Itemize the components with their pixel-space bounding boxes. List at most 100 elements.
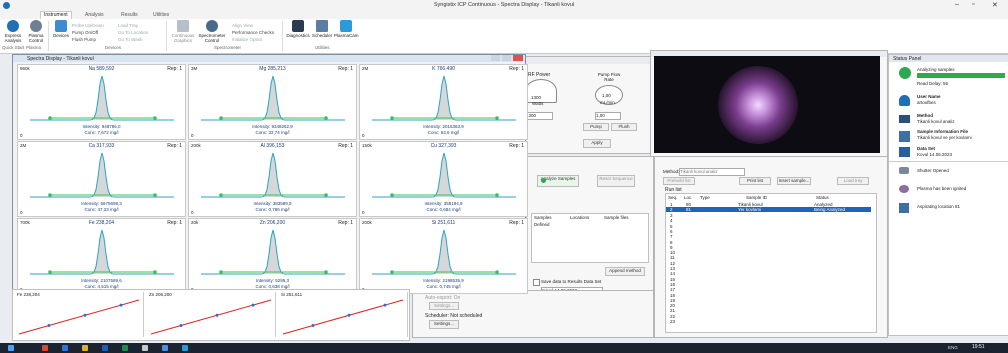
go-to-wash-button[interactable]: Go To Wash (118, 37, 143, 42)
background-point[interactable] (48, 270, 52, 274)
minimize-icon[interactable]: – (955, 1, 959, 8)
maximize-icon[interactable]: ▫ (972, 1, 974, 8)
spectrometer-control-button[interactable]: Spectrometer Control (198, 20, 226, 43)
spectrum-cell[interactable]: Mg 285,213 3M Rep: 1 0 Intensity: 9348262,9 C… (188, 64, 357, 140)
table-row[interactable]: 5 (670, 224, 673, 229)
app-icon[interactable] (42, 345, 48, 351)
table-row[interactable]: 13 (670, 266, 675, 271)
align-view-button[interactable]: Align View (232, 23, 253, 28)
spectrum-cell[interactable]: Al 396,153 200k Rep: 1 0 Intensity: 383589,5… (188, 141, 357, 217)
table-row[interactable]: 17 (670, 287, 675, 292)
background-point[interactable] (495, 116, 499, 120)
method-field[interactable]: Tikanli kovul analiz (679, 168, 745, 176)
analyze-samples-button[interactable]: Analyze Samples (537, 175, 579, 187)
spectrum-cell[interactable]: Zn 206,20020kRep: 10Intensity: 5295,3Con… (188, 218, 357, 294)
calibration-curve[interactable]: Zn 206,200 (147, 292, 276, 337)
diagnostics-button[interactable]: Diagnostics (286, 20, 310, 38)
table-row[interactable]: 7 (670, 234, 673, 239)
plasmacam-button[interactable]: PlasmaCam (334, 20, 359, 38)
table-row[interactable]: 19 (670, 298, 675, 303)
pump-button[interactable]: Pump (583, 123, 609, 131)
tab-results[interactable]: Results (118, 12, 141, 18)
plasmacam-icon[interactable] (182, 345, 188, 351)
browser-icon[interactable] (162, 345, 168, 351)
scheduler-button[interactable]: Scheduler (312, 20, 332, 38)
spectrum-cell[interactable]: Na 589,592 960k Rep: 1 0 Intensity: 948786,0… (17, 64, 186, 140)
close-icon[interactable]: ✕ (992, 1, 998, 9)
go-to-location-button[interactable]: Go To Location (118, 30, 148, 35)
table-row[interactable]: 3 (670, 213, 673, 218)
spectrum-cell[interactable]: Ca 317,933 2M Rep: 1 0 Intensity: 5675698,3 C… (17, 141, 186, 217)
table-row[interactable]: 6 (670, 229, 673, 234)
clock[interactable]: 19:51 (972, 344, 985, 350)
app-icon[interactable] (62, 345, 68, 351)
load-tray-button[interactable]: Load Tray (118, 23, 138, 28)
express-analysis-button[interactable]: Express Analysis (2, 20, 24, 43)
plasma-control-button[interactable]: Plasma Control (25, 20, 47, 43)
table-row-selected[interactable]: 2 81 Yer kovlami Being Analyzed (666, 207, 871, 212)
prebuild-list-button[interactable]: Prebuild list (663, 177, 695, 185)
app-icon[interactable] (142, 345, 148, 351)
background-point[interactable] (324, 193, 328, 197)
performance-checks-button[interactable]: Performance Checks (232, 30, 274, 35)
table-row[interactable]: 15 (670, 277, 675, 282)
devices-button[interactable]: Devices (52, 20, 70, 38)
table-row[interactable]: 23 (670, 319, 675, 324)
background-point[interactable] (219, 193, 223, 197)
calibration-curve[interactable]: Si 251,611 (279, 292, 408, 337)
grid-row-defined[interactable]: Defined (534, 222, 550, 227)
append-method-button[interactable]: Append method (605, 267, 645, 276)
apply-button[interactable]: Apply (583, 139, 611, 148)
tab-utilities[interactable]: Utilities (150, 12, 172, 18)
save-data-checkbox[interactable] (533, 279, 540, 286)
background-point[interactable] (324, 270, 328, 274)
start-icon[interactable] (8, 345, 14, 351)
table-row[interactable]: 8 (670, 240, 673, 245)
excel-icon[interactable] (122, 345, 128, 351)
background-point[interactable] (495, 193, 499, 197)
close-icon[interactable] (513, 55, 523, 61)
table-row[interactable]: 9 (670, 245, 673, 250)
background-point[interactable] (153, 193, 157, 197)
table-row[interactable]: 16 (670, 282, 675, 287)
word-icon[interactable] (102, 345, 108, 351)
scheduler-settings-button[interactable]: Settings... (429, 320, 459, 329)
load-tray-button[interactable]: Load tray (837, 177, 869, 185)
table-row[interactable]: 11 (670, 255, 675, 260)
probe-updown-button[interactable]: Probe Up/Down (72, 23, 104, 28)
background-point[interactable] (153, 270, 157, 274)
background-point[interactable] (495, 270, 499, 274)
background-point[interactable] (48, 116, 52, 120)
pump-flow-input[interactable]: 1,00 (595, 112, 621, 120)
spectrum-cell[interactable]: Fe 238,204700kRep: 10Intensity: 2107569,… (17, 218, 186, 294)
table-row[interactable]: 22 (670, 314, 675, 319)
table-row[interactable]: 14 (670, 271, 675, 276)
background-point[interactable] (390, 116, 394, 120)
background-point[interactable] (219, 270, 223, 274)
background-point[interactable] (390, 193, 394, 197)
initialize-optics-button[interactable]: Initialize Optics (232, 37, 262, 42)
table-row[interactable]: 4 (670, 218, 673, 223)
flush-button[interactable]: Flush (611, 123, 637, 131)
insert-sample-button[interactable]: Insert sample... (777, 177, 811, 185)
language-indicator[interactable]: ENG (948, 345, 958, 350)
background-point[interactable] (324, 116, 328, 120)
maximize-icon[interactable] (502, 55, 511, 61)
table-row[interactable]: 18 (670, 293, 675, 298)
spectrum-cell[interactable]: Cu 327,393 150k Rep: 1 0 Intensity: 358184,9… (359, 141, 528, 217)
export-settings-button[interactable]: Settings... (429, 302, 459, 310)
reset-sequence-button[interactable]: Reset Sequence (597, 175, 635, 187)
background-point[interactable] (219, 116, 223, 120)
minimize-icon[interactable] (491, 55, 500, 61)
tab-instrument[interactable]: Instrument (40, 11, 72, 19)
folder-icon[interactable] (82, 345, 88, 351)
spectrum-cell[interactable]: Si 251,611200kRep: 10Intensity: 2198535,… (359, 218, 528, 294)
background-point[interactable] (153, 116, 157, 120)
flush-pump-button[interactable]: Flush Pump (72, 37, 96, 42)
background-point[interactable] (390, 270, 394, 274)
table-row[interactable]: 20 (670, 303, 675, 308)
calibration-curve[interactable]: Fe 238,204 (15, 292, 144, 337)
tab-analysis[interactable]: Analysis (82, 12, 107, 18)
table-row[interactable]: 10 (670, 250, 675, 255)
pump-onoff-button[interactable]: Pump On/Off (72, 30, 98, 35)
